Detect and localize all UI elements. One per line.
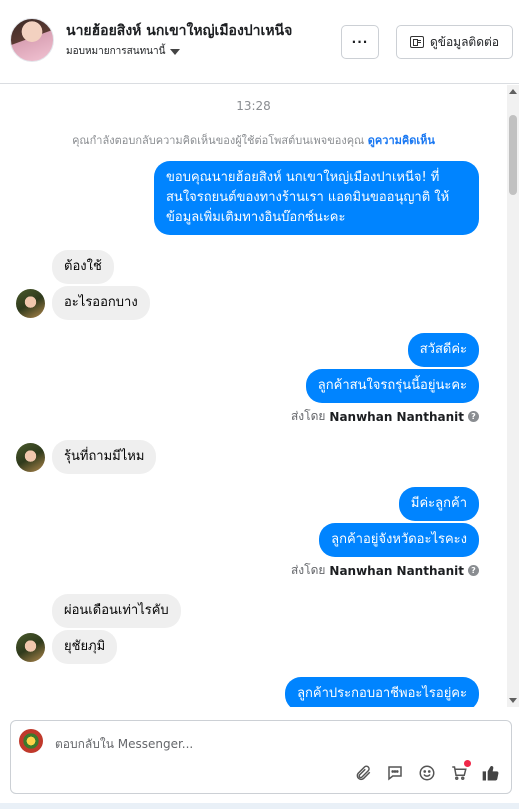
message-bubble-outgoing[interactable]: สวัสดีค่ะ [407,333,479,367]
page-avatar [19,729,43,753]
attach-icon[interactable] [353,763,373,783]
scroll-up-arrow-icon[interactable] [509,89,517,94]
contact-card-icon [409,36,424,48]
assign-conversation[interactable]: มอบหมายการสนทนานี้ [66,44,181,59]
assign-conversation-label: มอบหมายการสนทนานี้ [66,46,166,57]
emoji-icon[interactable] [417,763,437,783]
more-options-button[interactable]: ··· [341,25,379,59]
sent-by-name: Nanwhan Nanthanit [329,409,464,424]
message-bubble-incoming[interactable]: ยุชัยภุมิ [52,630,118,664]
message-bubble-incoming[interactable]: รุ้นที่ถามมีไหม [52,440,157,474]
thread-scrollbar[interactable] [507,85,519,707]
view-contact-button[interactable]: ดูข้อมูลติดต่อ [396,25,513,59]
customer-avatar-small[interactable] [16,289,45,318]
message-bubble-outgoing[interactable]: ขอบคุณนายฮ้อยสิงห์ นกเขาใหญ่เมืองปาเหนีจ… [154,161,479,235]
message-bubble-outgoing[interactable]: ลูกค้าสนใจรถรุ่นนี้อยู่นะคะ [305,369,479,403]
help-icon[interactable]: ? [468,411,479,422]
message-timestamp: 13:28 [236,99,271,113]
sent-by-prefix: ส่งโดย [290,563,326,577]
view-comment-link[interactable]: ดูความคิดเห็น [368,134,435,147]
notice-text: คุณกำลังตอบกลับความคิดเห็นของผู้ใช้ต่อโพ… [72,134,365,147]
notification-dot [464,760,471,767]
conversation-header: นายฮ้อยสิงห์ นกเขาใหญ่เมืองปาเหนีจ มอบหม… [0,0,519,84]
add-to-cart-icon[interactable] [449,760,471,783]
composer-toolbar [353,760,501,783]
help-icon[interactable]: ? [468,565,479,576]
saved-reply-icon[interactable] [385,763,405,783]
sent-by-name: Nanwhan Nanthanit [329,563,464,578]
comment-reply-notice: คุณกำลังตอบกลับความคิดเห็นของผู้ใช้ต่อโพ… [0,131,507,149]
message-bubble-incoming[interactable]: อะไรออกบาง [52,286,150,320]
sent-by-info: ส่งโดย Nanwhan Nanthanit ? [291,561,479,580]
message-bubble-outgoing[interactable]: ลูกค้าประกอบอาชีพอะไรอยู่คะ [285,677,479,707]
reply-input[interactable]: ตอบกลับใน Messenger... [55,735,193,754]
scrollbar-thumb[interactable] [509,115,517,195]
customer-avatar-small[interactable] [16,443,45,472]
page-inbox-app: นายฮ้อยสิงห์ นกเขาใหญ่เมืองปาเหนีจ มอบหม… [0,0,519,809]
customer-avatar[interactable] [10,18,54,62]
view-contact-label: ดูข้อมูลติดต่อ [429,34,500,49]
customer-name[interactable]: นายฮ้อยสิงห์ นกเขาใหญ่เมืองปาเหนีจ [66,20,292,42]
message-thread[interactable]: 13:28 คุณกำลังตอบกลับความคิดเห็นของผู้ใช… [0,85,507,707]
message-bubble-outgoing[interactable]: มีค่ะลูกค้า [398,487,479,521]
like-icon[interactable] [481,763,501,783]
scroll-down-arrow-icon[interactable] [509,698,517,703]
sent-by-prefix: ส่งโดย [290,409,326,423]
sent-by-info: ส่งโดย Nanwhan Nanthanit ? [291,407,479,426]
message-bubble-outgoing[interactable]: ลูกค้าอยู่จังหวัดอะไรคะง [319,523,479,557]
customer-avatar-small[interactable] [16,633,45,662]
reply-composer[interactable]: ตอบกลับใน Messenger... [10,720,512,794]
message-bubble-incoming[interactable]: ต้องใช้ [52,250,114,284]
caret-down-icon [170,48,181,55]
message-bubble-incoming[interactable]: ผ่อนเดือนเท่าไรคับ [52,594,181,628]
bottom-border [0,803,519,809]
